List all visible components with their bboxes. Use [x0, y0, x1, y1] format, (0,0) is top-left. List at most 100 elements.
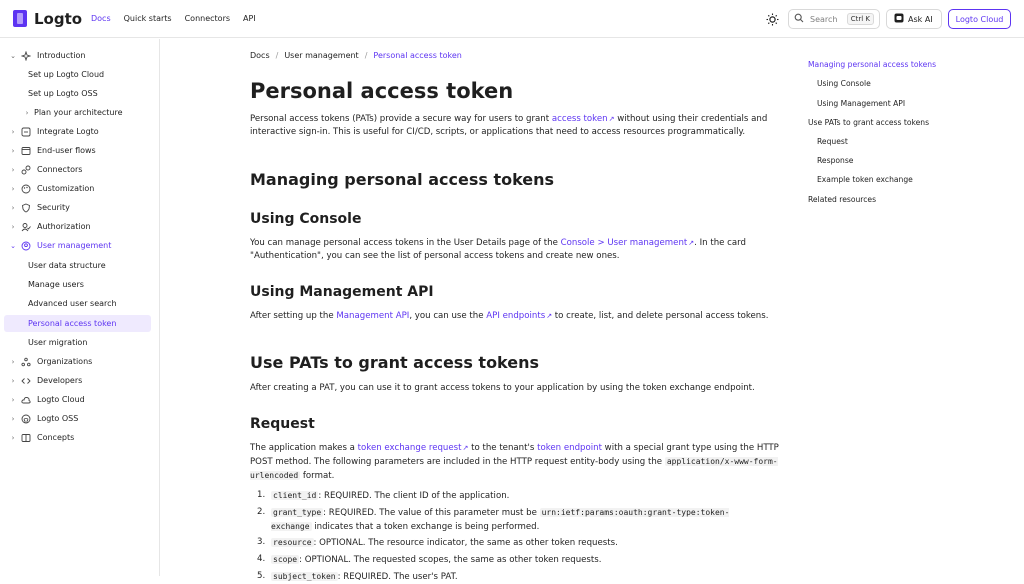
chevron-right-icon: ›: [11, 414, 15, 423]
list-item: 2. grant_type: REQUIRED. The value of th…: [257, 506, 777, 534]
breadcrumb: Docs / User management / Personal access…: [250, 51, 462, 60]
access-token-link-text: access token: [551, 114, 608, 124]
param-text: : OPTIONAL. The resource indicator, the …: [313, 538, 618, 548]
sidebar-item-setup-oss[interactable]: Set up Logto OSS: [4, 85, 151, 102]
chevron-right-icon: ›: [11, 433, 15, 442]
sidebar-item-concepts[interactable]: › Concepts: [4, 429, 151, 446]
mapi-text: After setting up the: [250, 311, 337, 321]
breadcrumb-separator: /: [364, 51, 368, 60]
browser-icon: [21, 146, 31, 156]
heading-using-management-api: Using Management API: [250, 284, 434, 300]
logo-text: Logto: [34, 9, 83, 28]
console-text: You can manage personal access tokens in…: [250, 238, 561, 248]
access-token-link[interactable]: access token↗: [552, 114, 615, 124]
sidebar-item-user-data-structure[interactable]: User data structure: [4, 257, 151, 274]
toc-item-response[interactable]: Response: [817, 156, 853, 165]
sidebar-item-manage-users[interactable]: Manage users: [4, 276, 151, 293]
heading-using-console: Using Console: [250, 211, 362, 227]
console-user-management-link[interactable]: Console > User management↗: [561, 238, 695, 248]
chevron-right-icon: ›: [11, 376, 15, 385]
breadcrumb-separator: /: [275, 51, 279, 60]
toc-item-related-resources[interactable]: Related resources: [808, 195, 876, 204]
nav-connectors[interactable]: Connectors: [185, 14, 230, 23]
sidebar-item-plan-architecture[interactable]: › Plan your architecture: [4, 104, 151, 121]
sidebar-item-logto-oss[interactable]: › Logto OSS: [4, 410, 151, 427]
nav-api[interactable]: API: [243, 14, 256, 23]
breadcrumb-docs[interactable]: Docs: [250, 51, 270, 60]
api-endpoints-link[interactable]: API endpoints↗: [486, 311, 552, 321]
book-icon: [21, 433, 31, 443]
palette-icon: [21, 184, 31, 194]
sidebar-item-setup-cloud[interactable]: Set up Logto Cloud: [4, 66, 151, 83]
sidebar-item-security[interactable]: › Security: [4, 199, 151, 216]
toc-item-use-pats[interactable]: Use PATs to grant access tokens: [808, 118, 929, 127]
sparkle-icon: [21, 50, 31, 61]
chevron-right-icon: ›: [11, 146, 15, 155]
cloud-icon: [21, 395, 31, 405]
sidebar-item-label: Personal access token: [28, 319, 117, 328]
ask-ai-button[interactable]: Ask AI: [886, 9, 942, 29]
sidebar-item-integrate[interactable]: › Integrate Logto: [4, 123, 151, 140]
chevron-right-icon: ›: [11, 357, 15, 366]
sidebar-item-label: Manage users: [28, 280, 84, 289]
search-input[interactable]: Search Ctrl K: [788, 9, 880, 29]
chevron-right-icon: ›: [11, 203, 15, 212]
toc-item-request[interactable]: Request: [817, 137, 848, 146]
sidebar-item-label: Integrate Logto: [37, 127, 99, 136]
sidebar-item-introduction[interactable]: ⌄ Introduction: [4, 47, 151, 64]
main-nav: Docs Quick starts Connectors API: [91, 14, 256, 23]
param-code: subject_token: [271, 572, 338, 581]
chevron-down-icon: ⌄: [10, 241, 16, 250]
toc-item-managing[interactable]: Managing personal access tokens: [808, 60, 936, 69]
sidebar-item-user-management[interactable]: ⌄ User management: [4, 237, 151, 254]
search-placeholder: Search: [810, 14, 838, 24]
sidebar-item-organizations[interactable]: › Organizations: [4, 353, 151, 370]
sidebar-item-label: Plan your architecture: [34, 108, 123, 117]
sidebar-item-label: User migration: [28, 338, 88, 347]
toc-item-using-management-api[interactable]: Using Management API: [817, 99, 905, 108]
sidebar-item-label: Organizations: [37, 357, 93, 366]
toc-item-using-console[interactable]: Using Console: [817, 79, 871, 88]
sidebar-item-label: Advanced user search: [28, 299, 117, 308]
list-number: 2.: [257, 507, 266, 517]
management-api-link[interactable]: Management API: [336, 311, 409, 321]
intro-text: Personal access tokens (PATs) provide a …: [250, 114, 552, 124]
use-pats-paragraph: After creating a PAT, you can use it to …: [250, 383, 755, 393]
sidebar-item-user-migration[interactable]: User migration: [4, 334, 151, 351]
sidebar-item-personal-access-token[interactable]: Personal access token: [4, 315, 151, 332]
organization-icon: [21, 357, 31, 367]
code-icon: [21, 376, 31, 386]
param-text-2: indicates that a token exchange is being…: [311, 522, 540, 532]
logo[interactable]: Logto: [12, 9, 82, 28]
sidebar-item-developers[interactable]: › Developers: [4, 372, 151, 389]
sidebar-item-label: Connectors: [37, 165, 83, 174]
list-item: 4. scope: OPTIONAL. The requested scopes…: [257, 553, 777, 567]
sidebar-item-advanced-user-search[interactable]: Advanced user search: [4, 295, 151, 312]
toc-item-example-token-exchange[interactable]: Example token exchange: [817, 175, 913, 184]
user-circle-icon: [21, 241, 31, 251]
logto-cloud-button[interactable]: Logto Cloud: [948, 9, 1011, 29]
breadcrumb-user-management[interactable]: User management: [284, 51, 358, 60]
token-exchange-request-link[interactable]: token exchange request↗: [358, 443, 469, 453]
heading-managing: Managing personal access tokens: [250, 170, 555, 189]
chevron-right-icon: ›: [11, 222, 15, 231]
param-text: : REQUIRED. The value of this parameter …: [323, 508, 540, 518]
sidebar-item-label: Security: [37, 203, 70, 212]
nav-quick-starts[interactable]: Quick starts: [124, 14, 172, 23]
chevron-down-icon: ⌄: [10, 51, 16, 60]
sidebar-item-label: User data structure: [28, 261, 106, 270]
sidebar-item-authorization[interactable]: › Authorization: [4, 218, 151, 235]
token-endpoint-link[interactable]: token endpoint: [537, 443, 602, 453]
sidebar-item-label: Developers: [37, 376, 83, 385]
sidebar-item-connectors[interactable]: › Connectors: [4, 161, 151, 178]
theme-toggle-sun-icon[interactable]: [765, 12, 780, 27]
mapi-paragraph: After setting up the Management API, you…: [250, 310, 780, 323]
list-number: 1.: [257, 490, 266, 500]
sidebar-item-logto-cloud[interactable]: › Logto Cloud: [4, 391, 151, 408]
chevron-right-icon: ›: [11, 184, 15, 193]
request-text: The application makes a: [250, 443, 358, 453]
nav-docs[interactable]: Docs: [91, 14, 111, 23]
request-text-2: to the tenant's: [468, 443, 538, 453]
sidebar-item-end-user-flows[interactable]: › End-user flows: [4, 142, 151, 159]
sidebar-item-customization[interactable]: › Customization: [4, 180, 151, 197]
